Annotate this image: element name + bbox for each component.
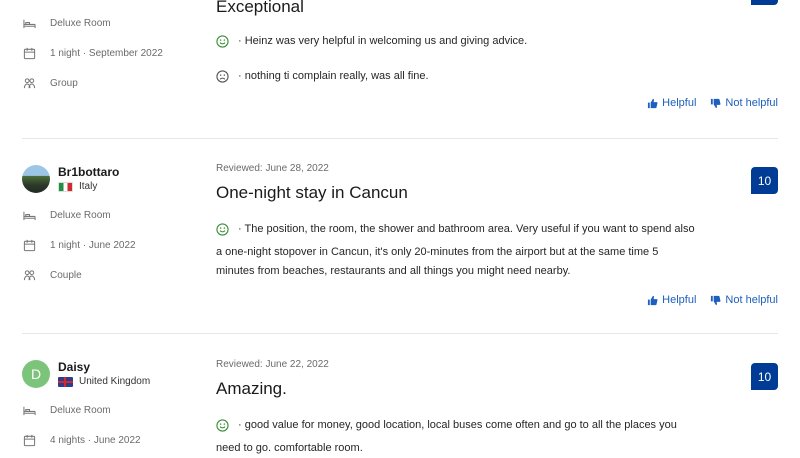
italy-flag-icon <box>58 181 73 192</box>
room-type: Deluxe Room <box>50 209 111 221</box>
stay-row: 1 night · September 2022 <box>22 38 202 68</box>
review-title: One-night stay in Cancun <box>216 183 408 202</box>
reviewer: Br1bottaro Italy <box>22 162 202 196</box>
thumbs-up-icon <box>648 98 658 108</box>
bed-icon <box>22 16 36 30</box>
divider <box>22 333 778 334</box>
helpful-button[interactable]: Helpful <box>647 294 696 306</box>
helpful-label: Helpful <box>662 294 697 306</box>
avatar[interactable] <box>22 165 50 193</box>
reviewer-country: United Kingdom <box>58 375 150 389</box>
traveler-type: Couple <box>50 269 82 281</box>
smile-icon <box>216 32 232 55</box>
thumbs-down-icon <box>711 98 721 108</box>
positive-text-line: · good value for money, good location, l… <box>238 419 677 431</box>
positive-text-line: · The position, the room, the shower and… <box>238 223 695 235</box>
bed-icon <box>22 208 36 222</box>
stay-info: 4 nights · June 2022 <box>50 434 141 446</box>
positive-text-line: need to go. comfortable room. <box>216 442 363 454</box>
room-type: Deluxe Room <box>50 17 111 29</box>
positive-text-continued: need to go. comfortable room. <box>216 439 778 458</box>
thumbs-down-icon <box>711 295 721 305</box>
couple-icon <box>22 268 36 282</box>
review-date: Reviewed: June 28, 2022 <box>216 163 329 174</box>
room-type-row: Deluxe Room <box>22 395 202 425</box>
stay-info: 1 night · June 2022 <box>50 239 136 251</box>
room-type-row: Deluxe Room <box>22 200 202 230</box>
positive-text-row: · Heinz was very helpful in welcoming us… <box>216 32 778 55</box>
sad-face-icon <box>216 67 232 90</box>
review-3-meta: D Daisy United Kingdom Deluxe Room 4 nig… <box>22 357 202 455</box>
positive-text-line: a one-night stopover in Cancun, it's onl… <box>216 246 659 258</box>
negative-text-row: · nothing ti complain really, was all fi… <box>216 67 778 90</box>
stay-row: 4 nights · June 2022 <box>22 425 202 455</box>
calendar-icon <box>22 238 36 252</box>
not-helpful-label: Not helpful <box>725 294 778 306</box>
country-name: Italy <box>79 180 98 192</box>
helpful-label: Helpful <box>662 97 697 109</box>
avatar[interactable]: D <box>22 360 50 388</box>
vote-actions: Helpful Not helpful <box>647 294 778 306</box>
uk-flag-icon <box>58 376 73 387</box>
calendar-icon <box>22 433 36 447</box>
review-1-body: Exceptional · Heinz was very helpful in … <box>216 0 778 109</box>
review-1-meta: Deluxe Room 1 night · September 2022 Gro… <box>22 8 202 98</box>
stay-info: 1 night · September 2022 <box>50 47 163 59</box>
vote-actions: Helpful Not helpful <box>647 97 778 109</box>
stay-row: 1 night · June 2022 <box>22 230 202 260</box>
not-helpful-button[interactable]: Not helpful <box>710 294 778 306</box>
review-score: 10 <box>751 363 778 390</box>
smile-icon <box>216 220 232 243</box>
bed-icon <box>22 403 36 417</box>
group-icon <box>22 76 36 90</box>
review-score <box>751 0 778 5</box>
room-type: Deluxe Room <box>50 404 111 416</box>
negative-text: · nothing ti complain really, was all fi… <box>238 70 429 82</box>
review-2-meta: Br1bottaro Italy Deluxe Room 1 night · J… <box>22 162 202 290</box>
reviewer-name: Daisy <box>58 359 91 374</box>
calendar-icon <box>22 46 36 60</box>
review-3-body: Reviewed: June 22, 2022 Amazing. · good … <box>216 358 778 458</box>
helpful-button[interactable]: Helpful <box>647 97 696 109</box>
room-type-row: Deluxe Room <box>22 8 202 38</box>
thumbs-up-icon <box>648 295 658 305</box>
reviewer-name: Br1bottaro <box>58 164 120 179</box>
positive-text-continued: minutes from beaches, restaurants and al… <box>216 262 778 281</box>
review-date: Reviewed: June 22, 2022 <box>216 359 329 370</box>
not-helpful-label: Not helpful <box>725 97 778 109</box>
reviewer-country: Italy <box>58 180 119 194</box>
traveler-type: Group <box>50 77 78 89</box>
positive-text-row: · good value for money, good location, l… <box>216 416 778 439</box>
review-score: 10 <box>751 167 778 194</box>
review-title: Amazing. <box>216 379 287 398</box>
review-2-body: Reviewed: June 28, 2022 One-night stay i… <box>216 162 778 306</box>
review-title: Exceptional <box>216 0 304 16</box>
positive-text-line: minutes from beaches, restaurants and al… <box>216 265 571 277</box>
positive-text-continued: a one-night stopover in Cancun, it's onl… <box>216 243 778 262</box>
not-helpful-button[interactable]: Not helpful <box>710 97 778 109</box>
divider <box>22 138 778 139</box>
reviewer: D Daisy United Kingdom <box>22 357 202 391</box>
positive-text: · Heinz was very helpful in welcoming us… <box>238 35 528 47</box>
positive-text-row: · The position, the room, the shower and… <box>216 220 778 243</box>
country-name: United Kingdom <box>79 375 151 387</box>
smile-icon <box>216 416 232 439</box>
traveler-type-row: Group <box>22 68 202 98</box>
traveler-type-row: Couple <box>22 260 202 290</box>
